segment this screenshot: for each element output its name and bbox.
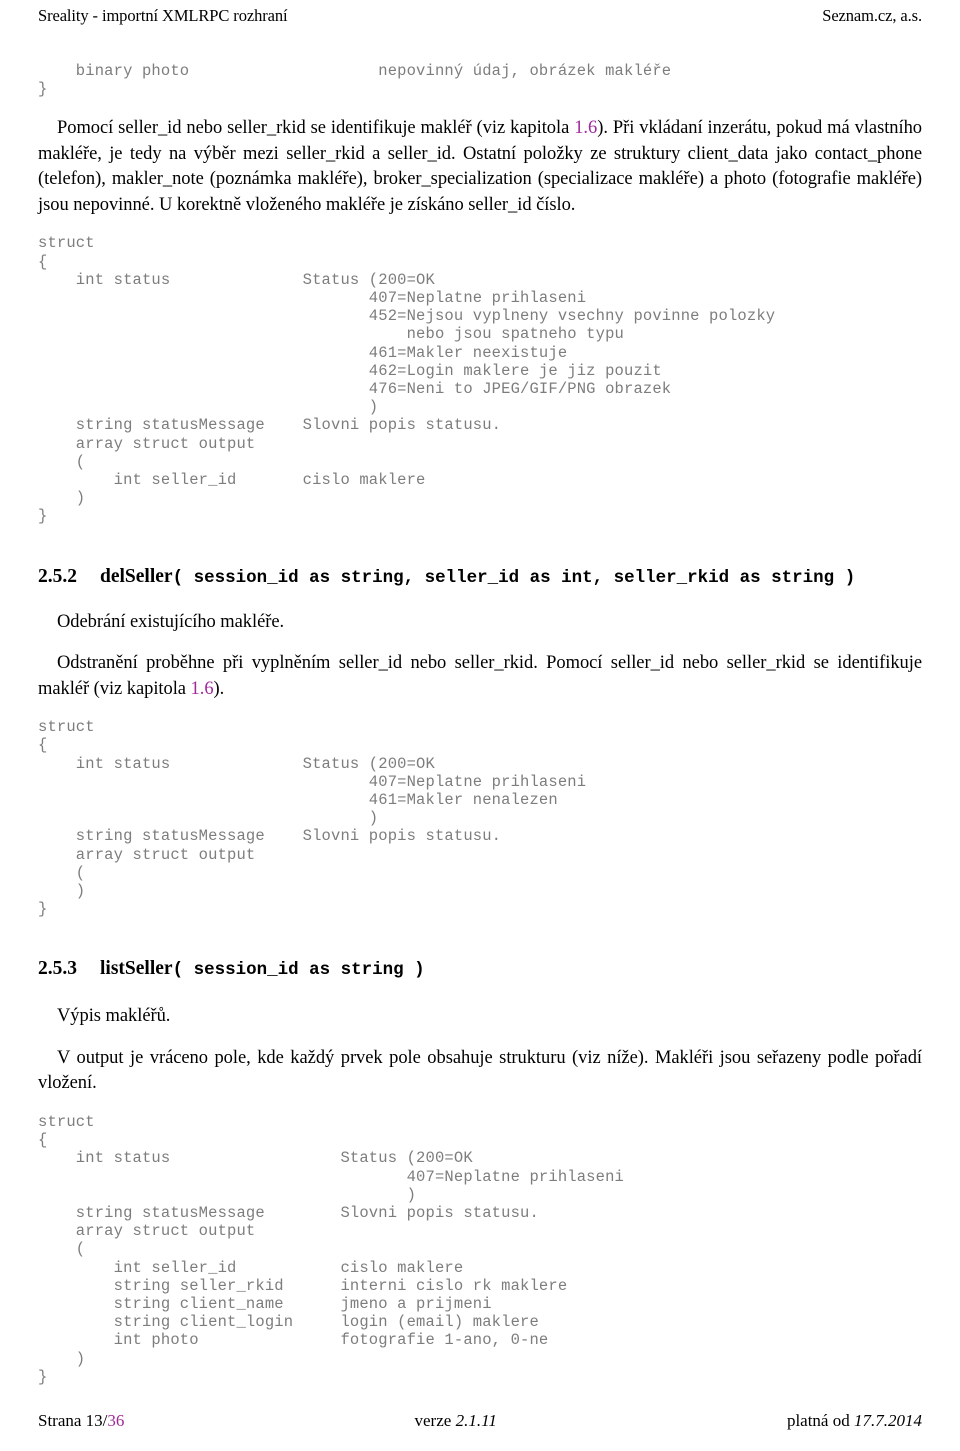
document-page: Sreality - importní XMLRPC rozhraní Sezn… <box>0 0 960 1451</box>
footer-version: verze 2.1.11 <box>415 1411 497 1431</box>
section-method-name-delseller: delSeller <box>100 565 173 587</box>
footer-version-label: verze <box>414 1411 456 1430</box>
paragraph-text-part-a: Pomocí seller_id nebo seller_rkid se ide… <box>57 118 575 139</box>
running-header: Sreality - importní XMLRPC rozhraní Sezn… <box>38 6 922 32</box>
code-block-listseller-response: struct { int status Status (200=OK 407=N… <box>38 1112 624 1386</box>
footer-total-pages-link[interactable]: 36 <box>107 1411 124 1430</box>
code-block-delseller-response: struct { int status Status (200=OK 407=N… <box>38 718 587 919</box>
section-number-2-5-3: 2.5.3 <box>38 958 77 980</box>
section-method-name-listseller: listSeller <box>100 958 173 980</box>
section-heading-2-5-3: 2.5.3 listSeller( session_id as string ) <box>38 958 922 980</box>
footer-page-prefix: Strana 13/ <box>38 1411 108 1430</box>
paragraph-listseller-description: Výpis makléřů. <box>57 1006 171 1027</box>
footer-valid-from: platná od 17.7.2014 <box>787 1411 922 1431</box>
header-company-name: Seznam.cz, a.s. <box>822 6 922 25</box>
section-signature-delseller: ( session_id as string, seller_id as int… <box>172 567 856 588</box>
chapter-link-1-6[interactable]: 1.6 <box>574 118 597 138</box>
section-number-2-5-2: 2.5.2 <box>38 565 77 587</box>
header-document-title: Sreality - importní XMLRPC rozhraní <box>38 6 288 25</box>
footer-valid-date: 17.7.2014 <box>853 1411 922 1430</box>
paragraph-text-part-a: Odstranění proběhne při vyplněním seller… <box>38 653 922 699</box>
code-block-struct-continuation: binary photo nepovinný údaj, obrázek mak… <box>38 62 672 99</box>
footer-page-number: Strana 13/36 <box>38 1411 124 1431</box>
chapter-link-1-6-second[interactable]: 1.6 <box>191 679 214 699</box>
section-signature-listseller: ( session_id as string ) <box>172 960 425 981</box>
page-content: binary photo nepovinný údaj, obrázek mak… <box>38 62 922 1386</box>
paragraph-delseller-details: Odstranění proběhne při vyplněním seller… <box>38 651 922 702</box>
footer-valid-label: platná od <box>786 1411 854 1430</box>
paragraph-delseller-description: Odebrání existujícího makléře. <box>57 611 285 632</box>
paragraph-seller-identification: Pomocí seller_id nebo seller_rkid se ide… <box>38 116 922 218</box>
section-heading-2-5-2: 2.5.2 delSeller( session_id as string, se… <box>38 566 922 588</box>
running-footer: Strana 13/36 verze 2.1.11 platná od 17.7… <box>38 1411 922 1435</box>
paragraph-listseller-output: V output je vráceno pole, kde každý prve… <box>38 1047 922 1094</box>
footer-version-value: 2.1.11 <box>455 1411 497 1430</box>
paragraph-text-part-b: ). <box>213 678 225 699</box>
code-block-addseller-response: struct { int status Status (200=OK 407=N… <box>38 234 776 526</box>
